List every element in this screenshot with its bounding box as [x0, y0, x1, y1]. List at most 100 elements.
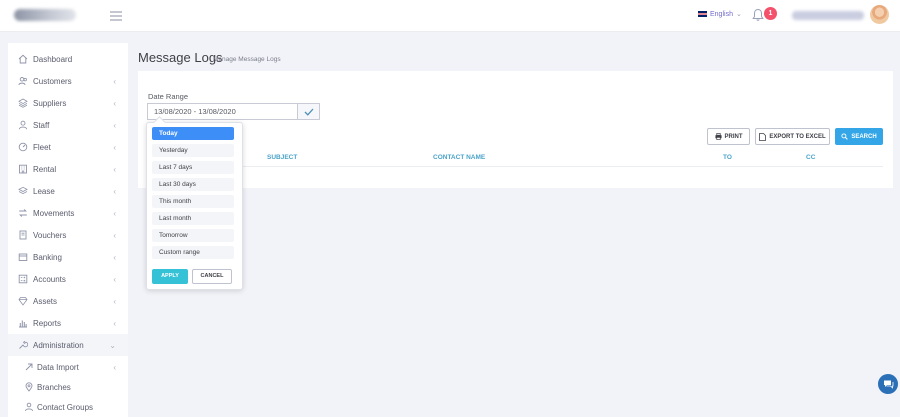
- sidebar-item-accounts[interactable]: Accounts ‹: [8, 268, 128, 290]
- sidebar-item-staff[interactable]: Staff ‹: [8, 114, 128, 136]
- column-header-cc[interactable]: CC: [806, 154, 815, 161]
- date-confirm-button[interactable]: [297, 103, 320, 120]
- chevron-left-icon: ‹: [113, 142, 116, 152]
- chevron-left-icon: ‹: [113, 362, 116, 372]
- chevron-left-icon: ‹: [113, 186, 116, 196]
- sidebar-item-label: Lease: [33, 186, 55, 196]
- menu-toggle-icon[interactable]: [110, 11, 122, 21]
- sidebar-item-label: Vouchers: [33, 230, 67, 240]
- range-last-7-days[interactable]: Last 7 days: [152, 161, 234, 174]
- chat-widget-button[interactable]: [878, 374, 898, 394]
- printer-icon: [714, 133, 722, 140]
- search-label: SEARCH: [851, 133, 877, 140]
- sidebar-item-suppliers[interactable]: Suppliers ‹: [8, 92, 128, 114]
- range-custom[interactable]: Custom range: [152, 246, 234, 259]
- users-icon: [18, 76, 28, 86]
- staff-icon: [18, 120, 28, 130]
- stack-icon: [18, 186, 28, 196]
- language-label: English: [710, 10, 733, 18]
- range-yesterday[interactable]: Yesterday: [152, 144, 234, 157]
- apply-button[interactable]: APPLY: [152, 269, 188, 284]
- chevron-down-icon: ⌄: [735, 11, 742, 18]
- chevron-left-icon: ‹: [113, 164, 116, 174]
- sidebar-item-administration[interactable]: Administration ⌄: [8, 334, 128, 356]
- chevron-down-icon: ⌄: [109, 340, 116, 350]
- print-button[interactable]: PRINT: [707, 128, 750, 145]
- user-avatar[interactable]: [870, 5, 889, 24]
- column-header-to[interactable]: TO: [723, 154, 732, 161]
- chevron-left-icon: ‹: [113, 318, 116, 328]
- map-pin-icon: [24, 382, 34, 392]
- chat-icon: [883, 380, 893, 389]
- calculator-icon: [18, 274, 28, 284]
- range-this-month[interactable]: This month: [152, 195, 234, 208]
- sidebar-subitem-label: Branches: [37, 382, 71, 392]
- sidebar-item-label: Fleet: [33, 142, 51, 152]
- table-divider: [148, 166, 883, 167]
- file-icon: [759, 132, 767, 141]
- date-range-input[interactable]: 13/08/2020 - 13/08/2020: [147, 103, 297, 120]
- sidebar-item-reports[interactable]: Reports ‹: [8, 312, 128, 334]
- sidebar-subitem-data-import[interactable]: Data Import ‹: [8, 357, 128, 377]
- building-icon: [18, 164, 28, 174]
- cancel-button[interactable]: CANCEL: [192, 269, 232, 284]
- layers-icon: [18, 98, 28, 108]
- sidebar-item-movements[interactable]: Movements ‹: [8, 202, 128, 224]
- range-last-month[interactable]: Last month: [152, 212, 234, 225]
- sidebar-item-label: Administration: [33, 340, 84, 350]
- date-range-label: Date Range: [148, 92, 189, 101]
- diamond-icon: [18, 296, 28, 306]
- user-name[interactable]: [792, 11, 864, 20]
- chevron-left-icon: ‹: [113, 296, 116, 306]
- search-icon: [841, 133, 849, 140]
- column-header-contact-name[interactable]: CONTACT NAME: [433, 154, 485, 161]
- sidebar-item-label: Reports: [33, 318, 62, 328]
- search-button[interactable]: SEARCH: [835, 128, 883, 145]
- import-icon: [24, 362, 34, 372]
- chevron-left-icon: ‹: [113, 208, 116, 218]
- chevron-left-icon: ‹: [113, 76, 116, 86]
- sidebar-item-label: Staff: [33, 120, 50, 130]
- sidebar-subitem-branches[interactable]: Branches: [8, 377, 128, 397]
- sidebar-item-label: Accounts: [33, 274, 66, 284]
- sidebar-subitem-label: Data Import: [37, 362, 79, 372]
- sidebar-item-label: Customers: [33, 76, 72, 86]
- sidebar-item-customers[interactable]: Customers ‹: [8, 70, 128, 92]
- chevron-left-icon: ‹: [113, 252, 116, 262]
- top-header: English ⌄ 1: [0, 0, 900, 32]
- bell-icon[interactable]: [752, 8, 764, 22]
- wrench-icon: [18, 340, 28, 350]
- language-selector[interactable]: English ⌄: [698, 10, 742, 18]
- sidebar-item-lease[interactable]: Lease ‹: [8, 180, 128, 202]
- brand-logo[interactable]: [14, 9, 76, 21]
- bank-icon: [18, 252, 28, 262]
- group-icon: [24, 402, 34, 412]
- page-subtitle: Manage Message Logs: [213, 56, 281, 63]
- range-last-30-days[interactable]: Last 30 days: [152, 178, 234, 191]
- gauge-icon: [18, 142, 28, 152]
- home-icon: [18, 54, 28, 64]
- sidebar: Dashboard Customers ‹ Suppliers ‹ Staff …: [8, 43, 128, 417]
- print-label: PRINT: [724, 133, 743, 140]
- sidebar-subitem-contact-groups[interactable]: Contact Groups: [8, 397, 128, 417]
- range-today[interactable]: Today: [152, 127, 234, 140]
- uk-flag-icon: [698, 11, 707, 17]
- sidebar-item-banking[interactable]: Banking ‹: [8, 246, 128, 268]
- sidebar-item-label: Suppliers: [33, 98, 67, 108]
- sidebar-item-dashboard[interactable]: Dashboard: [8, 48, 128, 70]
- sidebar-item-vouchers[interactable]: Vouchers ‹: [8, 224, 128, 246]
- movements-icon: [18, 208, 28, 218]
- chevron-left-icon: ‹: [113, 120, 116, 130]
- sidebar-item-fleet[interactable]: Fleet ‹: [8, 136, 128, 158]
- page-title: Message Logs: [138, 50, 223, 65]
- sidebar-item-assets[interactable]: Assets ‹: [8, 290, 128, 312]
- date-range-picker: Today Yesterday Last 7 days Last 30 days…: [146, 122, 243, 290]
- export-label: EXPORT TO EXCEL: [769, 133, 826, 140]
- sidebar-item-rental[interactable]: Rental ‹: [8, 158, 128, 180]
- column-header-subject[interactable]: SUBJECT: [267, 154, 297, 161]
- export-excel-button[interactable]: EXPORT TO EXCEL: [755, 128, 830, 145]
- range-tomorrow[interactable]: Tomorrow: [152, 229, 234, 242]
- sidebar-subitem-label: Contact Groups: [37, 402, 94, 412]
- sidebar-item-label: Banking: [33, 252, 62, 262]
- check-icon: [304, 108, 313, 116]
